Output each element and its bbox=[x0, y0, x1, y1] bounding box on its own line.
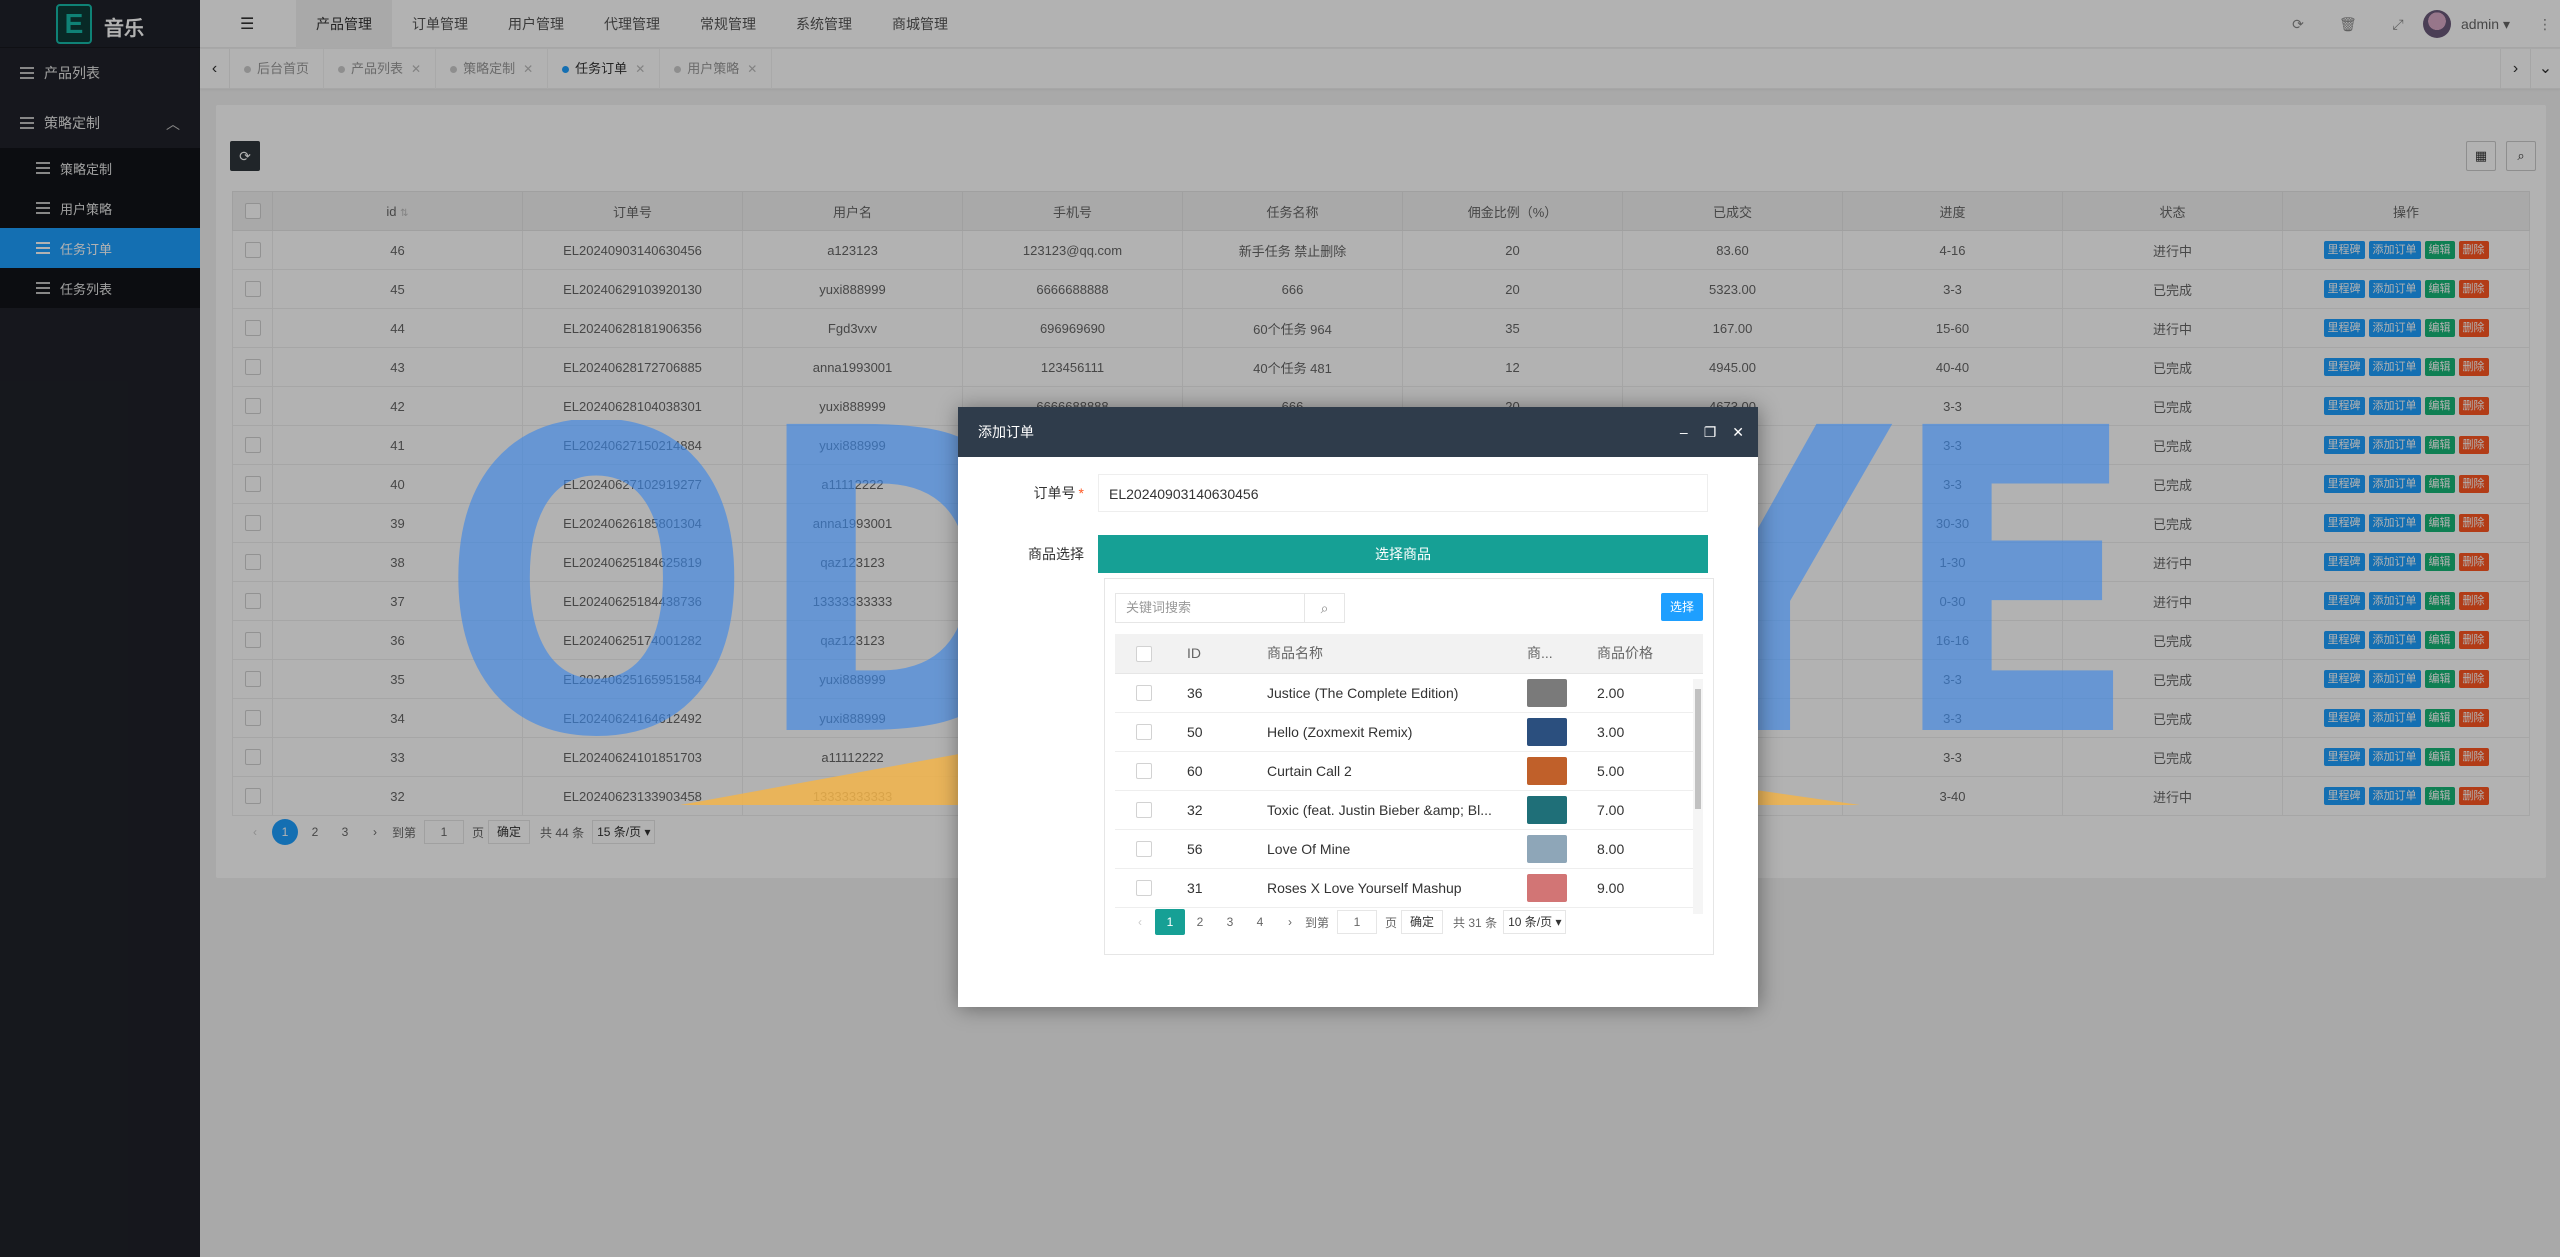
product-image-cell bbox=[1513, 790, 1583, 830]
order-no-label: 订单号 * bbox=[958, 483, 1098, 503]
page-4[interactable]: 4 bbox=[1245, 909, 1275, 935]
product-price: 3.00 bbox=[1583, 712, 1703, 752]
page-2[interactable]: 2 bbox=[1185, 909, 1215, 935]
page-3[interactable]: 3 bbox=[1215, 909, 1245, 935]
product-checkbox[interactable] bbox=[1136, 802, 1152, 819]
product-row[interactable]: 56 Love Of Mine 8.00 bbox=[1115, 829, 1703, 869]
product-table: ID 商品名称 商... 商品价格 36 Justice (The Complet… bbox=[1115, 634, 1703, 908]
dialog-title: 添加订单 bbox=[978, 424, 1034, 440]
col-product-price: 商品价格 bbox=[1583, 634, 1703, 674]
product-row[interactable]: 32 Toxic (feat. Justin Bieber &amp; Bl...… bbox=[1115, 790, 1703, 830]
product-thumbnail bbox=[1527, 717, 1567, 746]
dialog-header: 添加订单 – ❐ ✕ bbox=[958, 407, 1758, 457]
product-checkbox[interactable] bbox=[1136, 841, 1152, 858]
product-image-cell bbox=[1513, 868, 1583, 908]
goto-label: 到第 bbox=[1305, 915, 1330, 930]
product-checkbox[interactable] bbox=[1136, 880, 1152, 897]
product-id: 31 bbox=[1173, 868, 1253, 908]
product-header-row: ID 商品名称 商... 商品价格 bbox=[1115, 634, 1703, 674]
product-select-row: 商品选择 选择商品 bbox=[958, 535, 1708, 573]
product-price: 8.00 bbox=[1583, 829, 1703, 869]
product-name: Toxic (feat. Justin Bieber &amp; Bl... bbox=[1253, 790, 1513, 830]
product-image-cell bbox=[1513, 751, 1583, 791]
product-row[interactable]: 60 Curtain Call 2 5.00 bbox=[1115, 751, 1703, 791]
product-id: 60 bbox=[1173, 751, 1253, 791]
product-checkbox[interactable] bbox=[1136, 724, 1152, 741]
product-id: 56 bbox=[1173, 829, 1253, 869]
keyword-search-input[interactable]: 关键词搜索 ⌕ bbox=[1115, 593, 1345, 623]
product-name: Love Of Mine bbox=[1253, 829, 1513, 869]
product-thumbnail bbox=[1527, 873, 1567, 902]
product-name: Curtain Call 2 bbox=[1253, 751, 1513, 791]
product-select-all[interactable] bbox=[1115, 634, 1173, 674]
order-no-input[interactable]: EL20240903140630456 bbox=[1098, 474, 1708, 512]
choose-button[interactable]: 选择 bbox=[1661, 593, 1703, 621]
prev-page-icon[interactable]: ‹ bbox=[1125, 909, 1155, 935]
col-product-image: 商... bbox=[1513, 634, 1583, 674]
product-select-cell[interactable] bbox=[1115, 829, 1173, 869]
product-thumbnail bbox=[1527, 678, 1567, 707]
product-row[interactable]: 36 Justice (The Complete Edition) 2.00 bbox=[1115, 673, 1703, 713]
product-select-cell[interactable] bbox=[1115, 790, 1173, 830]
per-page-value: 10 条/页 bbox=[1508, 915, 1553, 929]
goto-confirm-button[interactable]: 确定 bbox=[1401, 910, 1444, 934]
product-id: 36 bbox=[1173, 673, 1253, 713]
order-no-label-text: 订单号 bbox=[1033, 485, 1076, 501]
product-image-cell bbox=[1513, 829, 1583, 869]
search-placeholder: 关键词搜索 bbox=[1126, 600, 1192, 615]
product-checkbox[interactable] bbox=[1136, 763, 1152, 780]
dialog-tools: – ❐ ✕ bbox=[1680, 407, 1744, 457]
product-name: Justice (The Complete Edition) bbox=[1253, 673, 1513, 713]
product-price: 2.00 bbox=[1583, 673, 1703, 713]
required-mark: * bbox=[1078, 485, 1084, 501]
product-id: 32 bbox=[1173, 790, 1253, 830]
product-price: 9.00 bbox=[1583, 868, 1703, 908]
product-select-label: 商品选择 bbox=[1028, 546, 1084, 562]
add-order-dialog: 添加订单 – ❐ ✕ 订单号 * EL20240903140630456 商品选择… bbox=[958, 407, 1758, 1007]
product-price: 5.00 bbox=[1583, 751, 1703, 791]
product-id: 50 bbox=[1173, 712, 1253, 752]
product-thumbnail bbox=[1527, 834, 1567, 863]
product-checkbox[interactable] bbox=[1136, 685, 1152, 702]
product-pagination: ‹ 1 2 3 4 › 到第 1 页 确定 共 31 条 10 条/页 ▾ bbox=[1125, 909, 1567, 935]
product-name: Hello (Zoxmexit Remix) bbox=[1253, 712, 1513, 752]
col-product-id: ID bbox=[1173, 634, 1253, 674]
product-select-cell[interactable] bbox=[1115, 712, 1173, 752]
search-icon[interactable]: ⌕ bbox=[1304, 594, 1344, 622]
product-scrollbar[interactable] bbox=[1693, 679, 1703, 914]
minimize-icon[interactable]: – bbox=[1680, 407, 1688, 457]
maximize-icon[interactable]: ❐ bbox=[1704, 407, 1717, 457]
next-page-icon[interactable]: › bbox=[1275, 909, 1305, 935]
select-product-button[interactable]: 选择商品 bbox=[1098, 535, 1708, 573]
product-price: 7.00 bbox=[1583, 790, 1703, 830]
select-all-checkbox[interactable] bbox=[1136, 645, 1152, 662]
product-thumbnail bbox=[1527, 795, 1567, 824]
close-icon[interactable]: ✕ bbox=[1732, 407, 1744, 457]
per-page-select[interactable]: 10 条/页 ▾ bbox=[1503, 910, 1567, 934]
product-thumbnail bbox=[1527, 756, 1567, 785]
order-no-row: 订单号 * EL20240903140630456 bbox=[958, 474, 1708, 512]
goto-page-input[interactable]: 1 bbox=[1337, 910, 1378, 934]
product-select-cell[interactable] bbox=[1115, 673, 1173, 713]
product-image-cell bbox=[1513, 712, 1583, 752]
product-row[interactable]: 31 Roses X Love Yourself Mashup 9.00 bbox=[1115, 868, 1703, 908]
product-image-cell bbox=[1513, 673, 1583, 713]
product-picker: 关键词搜索 ⌕ 选择 ID 商品名称 商... 商品价格 36 Justice (… bbox=[1104, 578, 1714, 955]
product-select-cell[interactable] bbox=[1115, 751, 1173, 791]
product-name: Roses X Love Yourself Mashup bbox=[1253, 868, 1513, 908]
col-product-name: 商品名称 bbox=[1253, 634, 1513, 674]
scrollbar-thumb[interactable] bbox=[1695, 689, 1701, 809]
page-unit: 页 bbox=[1385, 915, 1398, 930]
total-count: 共 31 条 bbox=[1453, 915, 1498, 930]
product-select-cell[interactable] bbox=[1115, 868, 1173, 908]
page-1[interactable]: 1 bbox=[1155, 909, 1185, 935]
product-row[interactable]: 50 Hello (Zoxmexit Remix) 3.00 bbox=[1115, 712, 1703, 752]
